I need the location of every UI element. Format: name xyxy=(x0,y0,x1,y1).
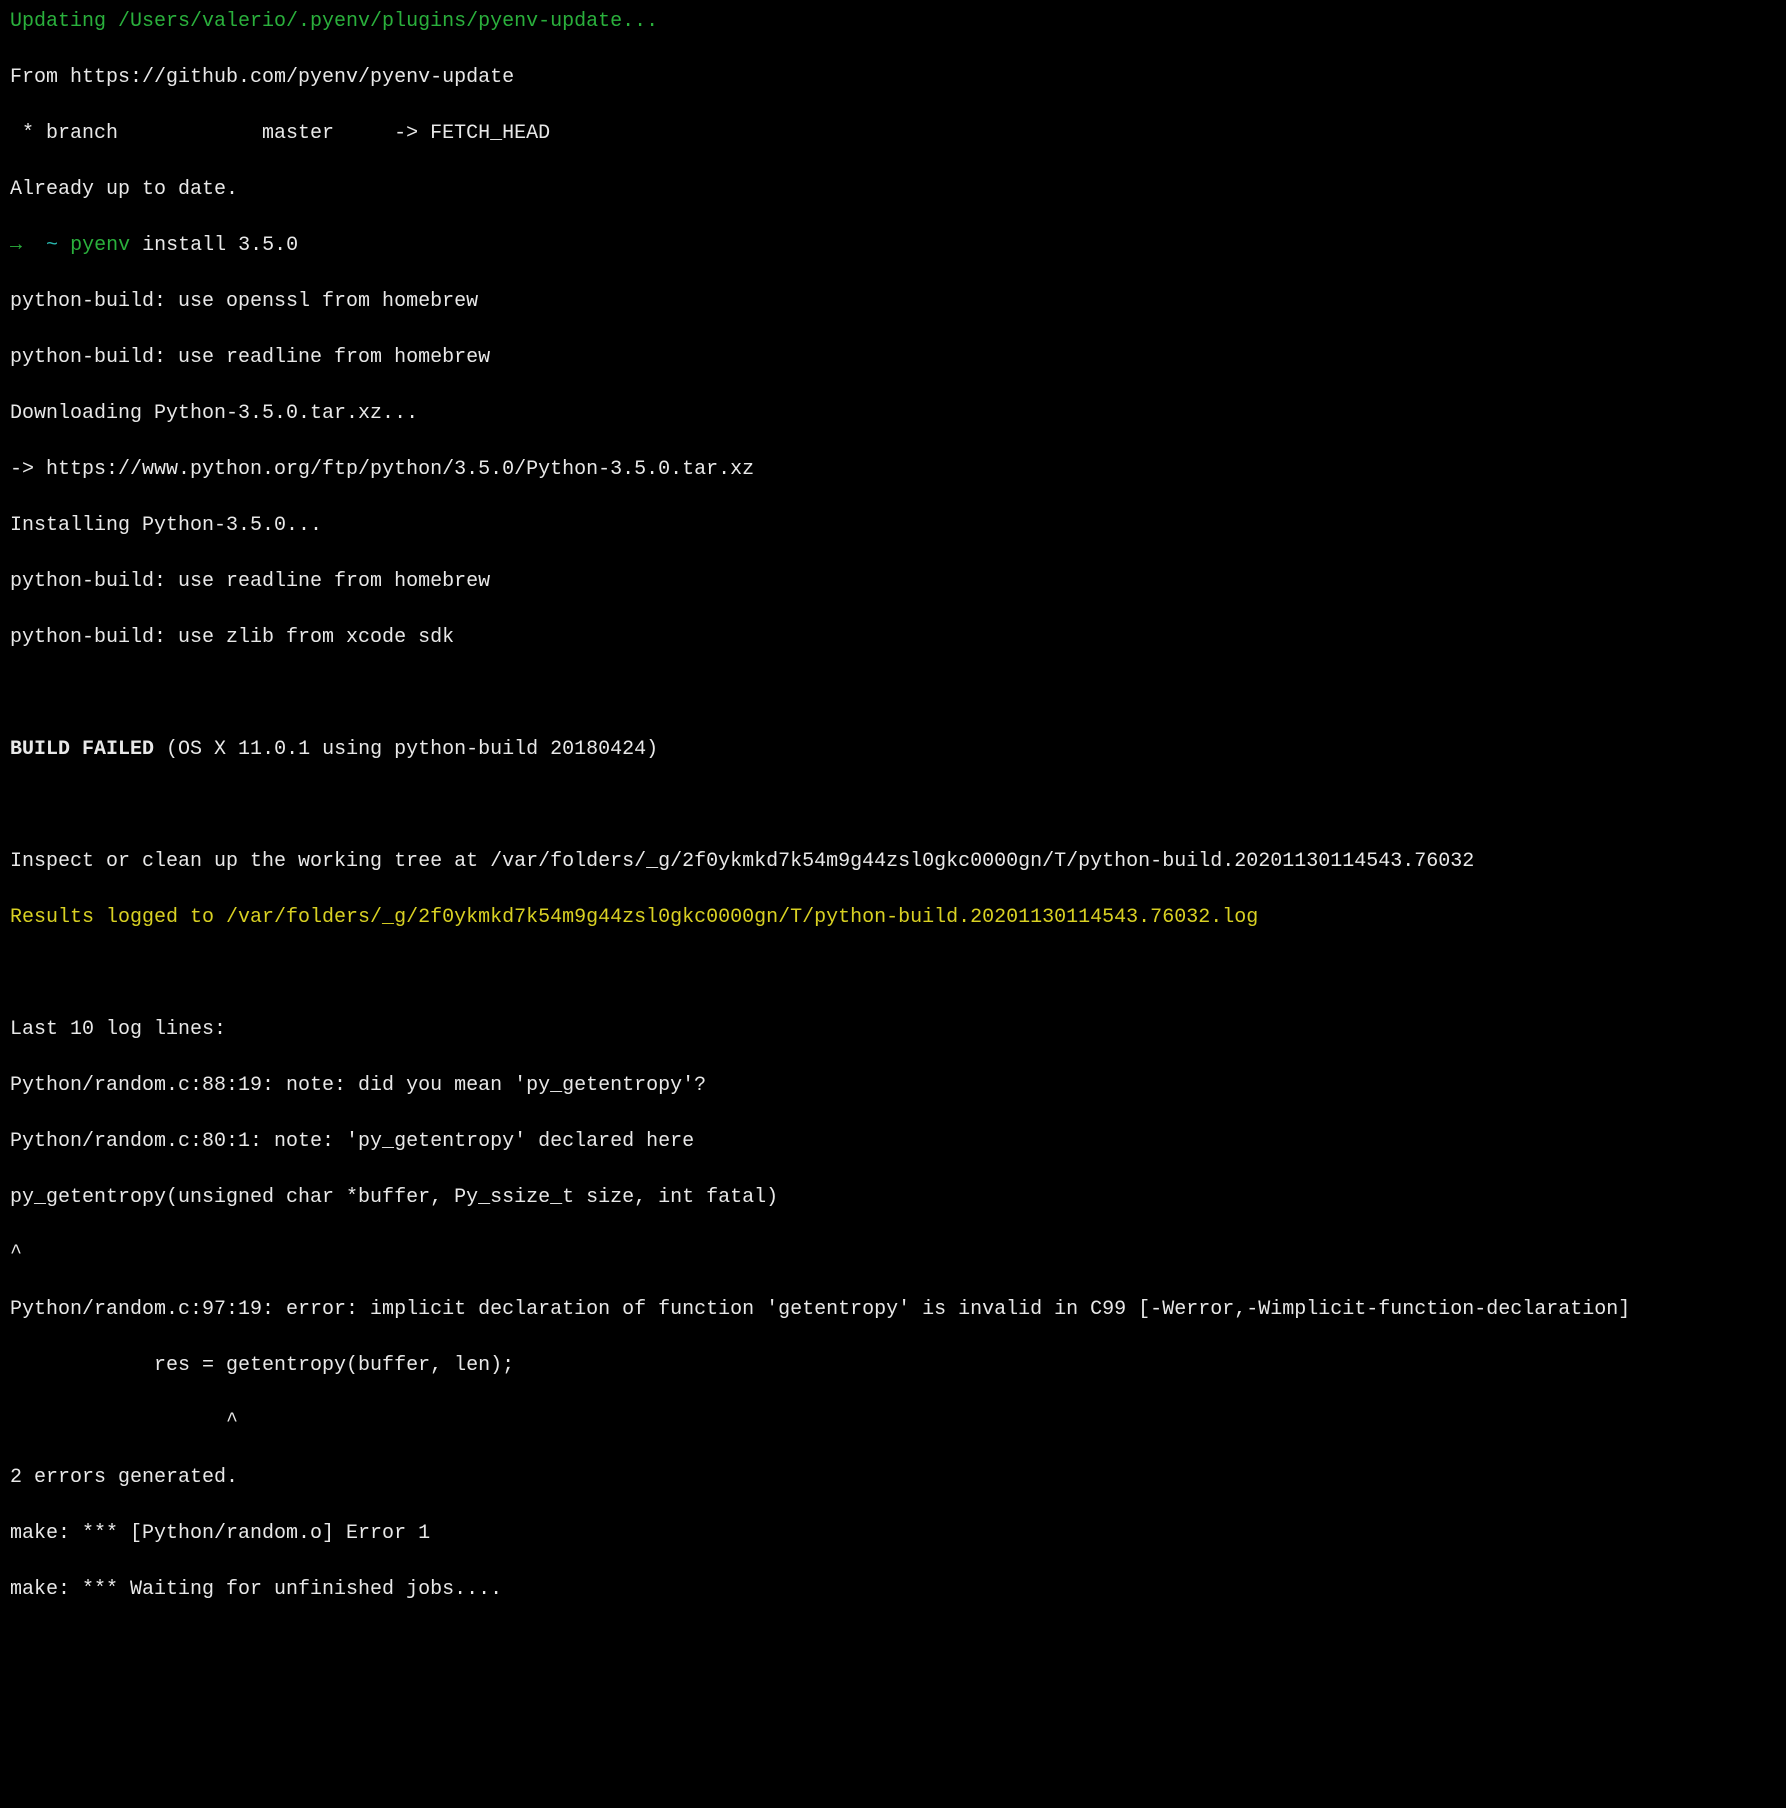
line-blank3 xyxy=(10,960,1776,988)
line-downloading: Downloading Python-3.5.0.tar.xz... xyxy=(10,400,1776,428)
line-make1: make: *** [Python/random.o] Error 1 xyxy=(10,1520,1776,1548)
line-buildfailed: BUILD FAILED (OS X 11.0.1 using python-b… xyxy=(10,736,1776,764)
line-note2: Python/random.c:80:1: note: 'py_getentro… xyxy=(10,1128,1776,1156)
line-make2: make: *** Waiting for unfinished jobs...… xyxy=(10,1576,1776,1604)
line-error: Python/random.c:97:19: error: implicit d… xyxy=(10,1296,1776,1324)
line-branch: * branch master -> FETCH_HEAD xyxy=(10,120,1776,148)
line-decl: py_getentropy(unsigned char *buffer, Py_… xyxy=(10,1184,1776,1212)
line-blank2 xyxy=(10,792,1776,820)
line-installing: Installing Python-3.5.0... xyxy=(10,512,1776,540)
line-from: From https://github.com/pyenv/pyenv-upda… xyxy=(10,64,1776,92)
line-inspect: Inspect or clean up the working tree at … xyxy=(10,848,1776,876)
line-caret1: ^ xyxy=(10,1240,1776,1268)
line-readline1: python-build: use readline from homebrew xyxy=(10,344,1776,372)
line-uptodate: Already up to date. xyxy=(10,176,1776,204)
line-updating: Updating /Users/valerio/.pyenv/plugins/p… xyxy=(10,8,1776,36)
line-url: -> https://www.python.org/ftp/python/3.5… xyxy=(10,456,1776,484)
line-res: res = getentropy(buffer, len); xyxy=(10,1352,1776,1380)
line-zlib: python-build: use zlib from xcode sdk xyxy=(10,624,1776,652)
line-readline2: python-build: use readline from homebrew xyxy=(10,568,1776,596)
line-caret2: ^ xyxy=(10,1408,1776,1436)
line-last10: Last 10 log lines: xyxy=(10,1016,1776,1044)
terminal-output[interactable]: Updating /Users/valerio/.pyenv/plugins/p… xyxy=(10,8,1776,1604)
line-errors: 2 errors generated. xyxy=(10,1464,1776,1492)
line-note1: Python/random.c:88:19: note: did you mea… xyxy=(10,1072,1776,1100)
line-results: Results logged to /var/folders/_g/2f0ykm… xyxy=(10,904,1776,932)
line-openssl: python-build: use openssl from homebrew xyxy=(10,288,1776,316)
line-blank1 xyxy=(10,680,1776,708)
line-prompt: → ~ pyenv install 3.5.0 xyxy=(10,232,1776,260)
